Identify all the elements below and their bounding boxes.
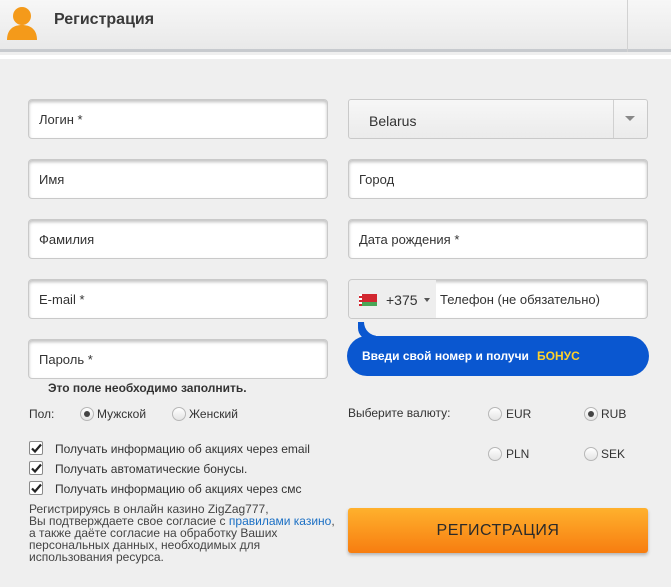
bonus-keyword: БОНУС bbox=[537, 349, 580, 363]
email-placeholder: E-mail * bbox=[39, 292, 85, 307]
city-field[interactable]: Город bbox=[348, 159, 648, 199]
email-field[interactable]: E-mail * bbox=[28, 279, 328, 319]
caret-down-icon bbox=[424, 298, 430, 302]
currency-rub-label[interactable]: RUB bbox=[601, 407, 626, 421]
terms-text: Регистрируясь в онлайн казино ZigZag777,… bbox=[29, 503, 339, 563]
city-placeholder: Город bbox=[359, 172, 395, 187]
password-error: Это поле необходимо заполнить. bbox=[48, 381, 247, 395]
bonus-text: Введи свой номер и получи bbox=[362, 349, 529, 363]
login-placeholder: Логин * bbox=[39, 112, 83, 127]
currency-eur-label[interactable]: EUR bbox=[506, 407, 531, 421]
checkbox-auto-bonuses-label[interactable]: Получать автоматические бонусы. bbox=[55, 462, 247, 476]
belarus-flag-icon bbox=[359, 294, 377, 306]
header-underline bbox=[0, 55, 671, 59]
currency-pln-radio[interactable] bbox=[488, 447, 502, 461]
birth-date-field[interactable]: Дата рождения * bbox=[348, 219, 648, 259]
checkmark-icon bbox=[31, 483, 42, 494]
country-dropdown-toggle[interactable] bbox=[613, 100, 647, 138]
birth-date-placeholder: Дата рождения * bbox=[359, 232, 460, 247]
gender-label: Пол: bbox=[29, 407, 55, 421]
register-button[interactable]: РЕГИСТРАЦИЯ bbox=[348, 508, 648, 553]
header-bar: Регистрация bbox=[0, 0, 671, 52]
register-button-label: РЕГИСТРАЦИЯ bbox=[436, 522, 560, 539]
login-field[interactable]: Логин * bbox=[28, 99, 328, 139]
currency-sek-label[interactable]: SEK bbox=[601, 447, 625, 461]
phone-field[interactable]: +375 Телефон (не обязательно) bbox=[348, 279, 648, 319]
checkbox-auto-bonuses[interactable] bbox=[29, 461, 43, 475]
bonus-banner: Введи свой номер и получи БОНУС bbox=[347, 336, 649, 376]
checkbox-email-promos-label[interactable]: Получать информацию об акциях через emai… bbox=[55, 442, 310, 456]
gender-female-radio[interactable] bbox=[172, 407, 186, 421]
checkmark-icon bbox=[31, 463, 42, 474]
gender-male-label[interactable]: Мужской bbox=[97, 407, 146, 421]
gender-female-label[interactable]: Женский bbox=[189, 407, 238, 421]
currency-sek-radio[interactable] bbox=[584, 447, 598, 461]
first-name-field[interactable]: Имя bbox=[28, 159, 328, 199]
phone-placeholder: Телефон (не обязательно) bbox=[440, 292, 600, 307]
gender-male-radio[interactable] bbox=[80, 407, 94, 421]
chevron-down-icon bbox=[625, 116, 635, 121]
checkbox-email-promos[interactable] bbox=[29, 441, 43, 455]
checkmark-icon bbox=[31, 443, 42, 454]
last-name-field[interactable]: Фамилия bbox=[28, 219, 328, 259]
last-name-placeholder: Фамилия bbox=[39, 232, 95, 247]
checkbox-sms-promos-label[interactable]: Получать информацию об акциях через смс bbox=[55, 482, 301, 496]
password-placeholder: Пароль * bbox=[39, 352, 93, 367]
header-divider bbox=[627, 0, 628, 52]
password-field[interactable]: Пароль * bbox=[28, 339, 328, 379]
country-select[interactable]: Belarus bbox=[348, 99, 648, 139]
currency-pln-label[interactable]: PLN bbox=[506, 447, 529, 461]
user-icon bbox=[7, 7, 37, 40]
phone-code-selector[interactable]: +375 bbox=[349, 280, 436, 318]
currency-rub-radio[interactable] bbox=[584, 407, 598, 421]
currency-eur-radio[interactable] bbox=[488, 407, 502, 421]
phone-dial-code: +375 bbox=[386, 292, 418, 308]
checkbox-sms-promos[interactable] bbox=[29, 481, 43, 495]
country-value: Belarus bbox=[369, 113, 417, 129]
currency-label: Выберите валюту: bbox=[348, 406, 451, 420]
page-title: Регистрация bbox=[54, 11, 155, 28]
first-name-placeholder: Имя bbox=[39, 172, 65, 187]
